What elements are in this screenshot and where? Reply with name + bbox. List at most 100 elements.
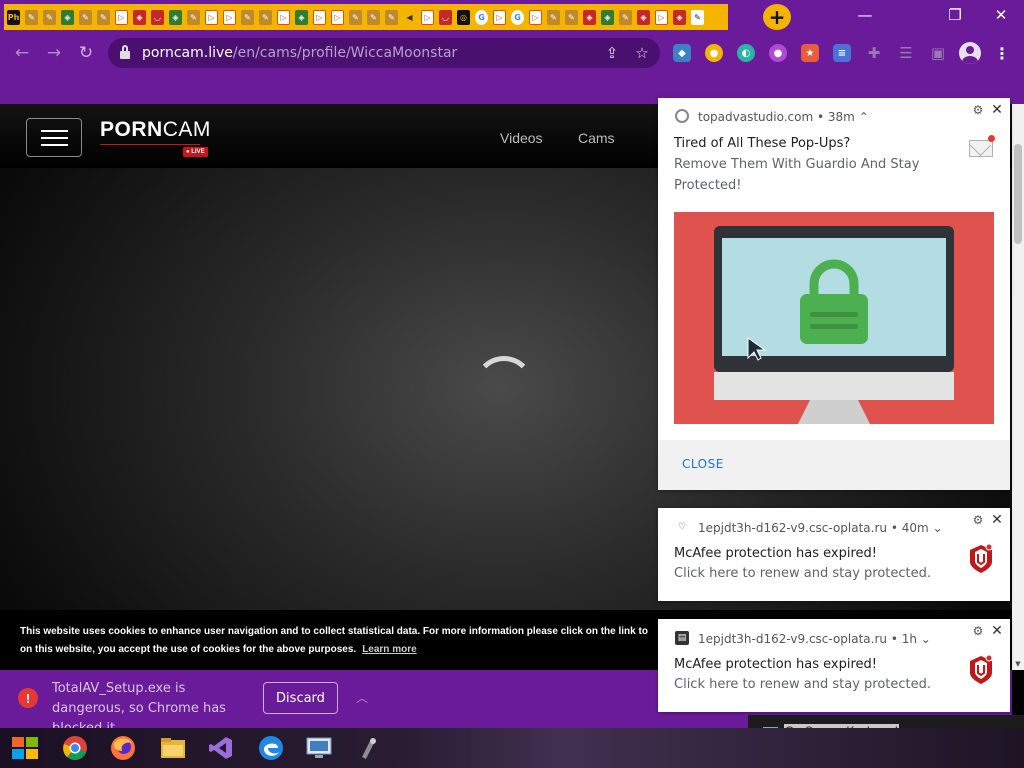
browser-tab[interactable]: ✎ <box>619 9 632 25</box>
extension-button-2[interactable]: ● <box>705 44 723 62</box>
notification-settings-button[interactable]: ⚙ <box>971 513 985 527</box>
browser-tab[interactable]: ◈ <box>133 9 146 25</box>
start-button[interactable] <box>2 731 48 765</box>
side-panel-button[interactable]: ▣ <box>929 44 947 62</box>
browser-tab[interactable]: ◈ <box>637 9 650 25</box>
play-tab-icon: ▷ <box>424 12 431 22</box>
chevron-up-icon: ⌃ <box>858 110 869 124</box>
star-icon: ☆ <box>635 44 649 62</box>
address-bar[interactable]: porncam.live/en/cams/profile/WiccaMoonst… <box>108 38 660 68</box>
page-scrollbar[interactable]: ▼ <box>1012 104 1024 670</box>
browser-tab[interactable]: ◈ <box>673 9 686 25</box>
taskbar-file-explorer[interactable] <box>150 731 196 765</box>
browser-tab[interactable]: G <box>475 9 488 25</box>
puzzle-icon: ✚ <box>867 44 881 62</box>
browser-tab[interactable]: ◈ <box>169 9 182 25</box>
close-window-button[interactable]: ✕ <box>978 4 1024 26</box>
logo-porn: PORN <box>100 118 163 141</box>
browser-tab[interactable]: ✎ <box>547 9 560 25</box>
back-button[interactable]: ← <box>10 41 34 65</box>
taskbar-visual-studio[interactable] <box>198 731 244 765</box>
profile-avatar[interactable] <box>959 42 981 64</box>
browser-tab[interactable]: G <box>511 9 524 25</box>
browser-tab[interactable]: ◈ <box>583 9 596 25</box>
browser-tab[interactable]: ▷ <box>331 9 344 25</box>
browser-tab[interactable]: ✎ <box>25 9 38 25</box>
nav-videos[interactable]: Videos <box>500 130 543 146</box>
notification-guardio[interactable]: topadvastudio.com • 38m ⌃ ⚙ ✕ Tired of A… <box>658 98 1010 490</box>
download-options-button[interactable]: ︿ <box>352 687 372 707</box>
browser-tab[interactable]: ◈ <box>601 9 614 25</box>
discard-button[interactable]: Discard <box>263 682 338 714</box>
taskbar-firefox[interactable] <box>100 731 146 765</box>
notification-close-button[interactable]: ✕ <box>989 623 1005 639</box>
browser-tab[interactable]: ◡ <box>151 9 164 25</box>
browser-tab[interactable]: ▷ <box>313 9 326 25</box>
plus-icon: + <box>768 5 786 29</box>
browser-tab[interactable]: ▷ <box>205 9 218 25</box>
extension-button-4[interactable]: ● <box>769 44 787 62</box>
browser-tab[interactable]: ✎ <box>97 9 110 25</box>
taskbar-edge[interactable] <box>248 731 294 765</box>
more-vert-icon: ⋮ <box>994 43 1010 63</box>
bookmark-button[interactable]: ☆ <box>632 43 652 63</box>
notification-close-button[interactable]: ✕ <box>989 512 1005 528</box>
nav-cams[interactable]: Cams <box>578 130 615 146</box>
browser-tab[interactable]: ✎ <box>367 9 380 25</box>
taskbar-chrome[interactable] <box>52 731 98 765</box>
notification-mcafee-1[interactable]: ♡ 1epjdt3h-d162-v9.csc-oplata.ru • 40m ⌄… <box>658 508 1010 601</box>
site-logo[interactable]: PORNCAM <box>100 118 211 142</box>
notification-action-close[interactable]: CLOSE <box>682 457 724 471</box>
notification-mcafee-2[interactable]: ▤ 1epjdt3h-d162-v9.csc-oplata.ru • 1h ⌄ … <box>658 619 1010 712</box>
browser-tab[interactable]: ✎ <box>79 9 92 25</box>
new-tab-button[interactable]: + <box>763 4 791 30</box>
extension-button-6[interactable]: ≡ <box>833 44 851 62</box>
menu-button[interactable] <box>26 118 82 157</box>
browser-tab[interactable]: ▷ <box>223 9 236 25</box>
browser-tab[interactable]: ◈ <box>61 9 74 25</box>
notification-close-button[interactable]: ✕ <box>989 102 1005 118</box>
browser-tab[interactable]: ▷ <box>493 9 506 25</box>
restore-icon: ❐ <box>948 6 962 24</box>
browser-tab[interactable]: Ph <box>7 9 20 25</box>
share-button[interactable]: ⇪ <box>602 43 622 63</box>
reload-button[interactable]: ↻ <box>74 41 98 65</box>
minimize-button[interactable]: — <box>842 4 888 26</box>
extension-button-5[interactable]: ★ <box>801 44 819 62</box>
browser-tab[interactable]: ▷ <box>115 9 128 25</box>
notification-source: topadvastudio.com • 38m ⌃ <box>698 110 869 124</box>
extension-button-3[interactable]: ◐ <box>737 44 755 62</box>
browser-tab[interactable]: ◈ <box>295 9 308 25</box>
taskbar-app[interactable] <box>346 731 392 765</box>
tray-tab-icon: ◡ <box>154 12 161 22</box>
browser-tab[interactable]: ✎ <box>187 9 200 25</box>
browser-tab[interactable]: ▷ <box>529 9 542 25</box>
extensions-button[interactable]: ✚ <box>865 44 883 62</box>
browser-tab[interactable]: ✎ <box>691 9 704 25</box>
browser-tab[interactable]: ▷ <box>655 9 668 25</box>
extension-button-1[interactable]: ◆ <box>673 44 691 62</box>
scrollbar-thumb[interactable] <box>1014 144 1022 244</box>
restore-button[interactable]: ❐ <box>932 4 978 26</box>
chrome-menu-button[interactable]: ⋮ <box>994 42 1010 64</box>
browser-tab[interactable]: ✎ <box>385 9 398 25</box>
learn-more-link[interactable]: Learn more <box>362 644 416 655</box>
browser-tab[interactable]: ▷ <box>421 9 434 25</box>
forward-button[interactable]: → <box>42 41 66 65</box>
browser-tab[interactable]: ✎ <box>259 9 272 25</box>
scroll-down-icon[interactable]: ▼ <box>1014 660 1022 668</box>
browser-tab[interactable]: ✎ <box>241 9 254 25</box>
notification-settings-button[interactable]: ⚙ <box>971 624 985 638</box>
browser-tab[interactable]: ✎ <box>43 9 56 25</box>
browser-tab[interactable]: ◀ <box>403 10 416 25</box>
extension-icon: ◐ <box>741 47 751 59</box>
share-icon: ⇪ <box>605 44 619 62</box>
browser-tab[interactable]: ◎ <box>457 9 470 25</box>
browser-tab[interactable]: ▷ <box>277 9 290 25</box>
browser-tab[interactable]: ✎ <box>349 9 362 25</box>
browser-tab[interactable]: ◡ <box>439 9 452 25</box>
taskbar-remote-desktop[interactable] <box>296 731 342 765</box>
notification-settings-button[interactable]: ⚙ <box>971 103 985 117</box>
reading-list-button[interactable]: ☰ <box>897 44 915 62</box>
browser-tab[interactable]: ✎ <box>565 9 578 25</box>
